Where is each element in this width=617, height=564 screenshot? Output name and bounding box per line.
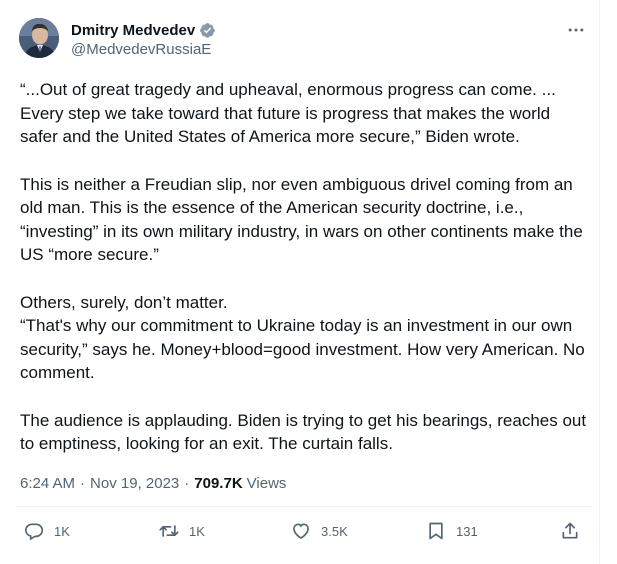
share-icon — [562, 522, 578, 539]
author-handle[interactable]: @MedvedevRussiaE — [71, 41, 211, 58]
tweet-card: Dmitry Medvedev @MedvedevRussiaE “...Out… — [0, 0, 600, 564]
tweet-paragraph: Others, surely, don’t matter. “That's wh… — [20, 292, 585, 383]
reply-count: 1K — [54, 523, 70, 539]
bookmark-count: 131 — [456, 523, 478, 539]
avatar[interactable] — [19, 18, 59, 58]
views-count[interactable]: 709.7K — [194, 475, 242, 492]
like-button[interactable]: 3.5K — [291, 521, 348, 541]
verified-badge-icon[interactable] — [199, 22, 216, 39]
meta-separator: · — [80, 475, 86, 492]
retweet-icon — [159, 525, 179, 537]
action-bar: 1K 1K 3.5K 131 — [20, 521, 588, 547]
meta-separator: · — [184, 475, 190, 492]
more-dots-icon[interactable] — [566, 20, 586, 45]
heart-icon — [293, 523, 309, 540]
tweet-date[interactable]: Nov 19, 2023 — [90, 475, 179, 492]
bookmark-button[interactable]: 131 — [426, 521, 478, 541]
share-button[interactable] — [560, 521, 580, 541]
avatar-image — [19, 18, 59, 58]
divider — [16, 506, 592, 507]
like-count: 3.5K — [321, 523, 348, 539]
tweet-paragraph: The audience is applauding. Biden is try… — [20, 410, 587, 454]
tweet-paragraph: This is neither a Freudian slip, nor eve… — [20, 174, 583, 265]
reply-icon — [24, 523, 44, 541]
author-display-name[interactable]: Dmitry Medvedev — [71, 22, 195, 39]
reply-button[interactable]: 1K — [24, 521, 70, 541]
tweet-paragraph: “...Out of great tragedy and upheaval, e… — [20, 80, 556, 146]
views-label: Views — [246, 475, 287, 492]
bookmark-icon — [429, 522, 443, 540]
retweet-count: 1K — [189, 523, 205, 539]
author-name-row: Dmitry Medvedev — [71, 22, 216, 39]
tweet-time[interactable]: 6:24 AM — [20, 475, 75, 492]
tweet-text: “...Out of great tragedy and upheaval, e… — [20, 78, 588, 480]
tweet-meta: 6:24 AM · Nov 19, 2023 · 709.7K Views — [20, 475, 286, 492]
retweet-button[interactable]: 1K — [159, 521, 205, 541]
